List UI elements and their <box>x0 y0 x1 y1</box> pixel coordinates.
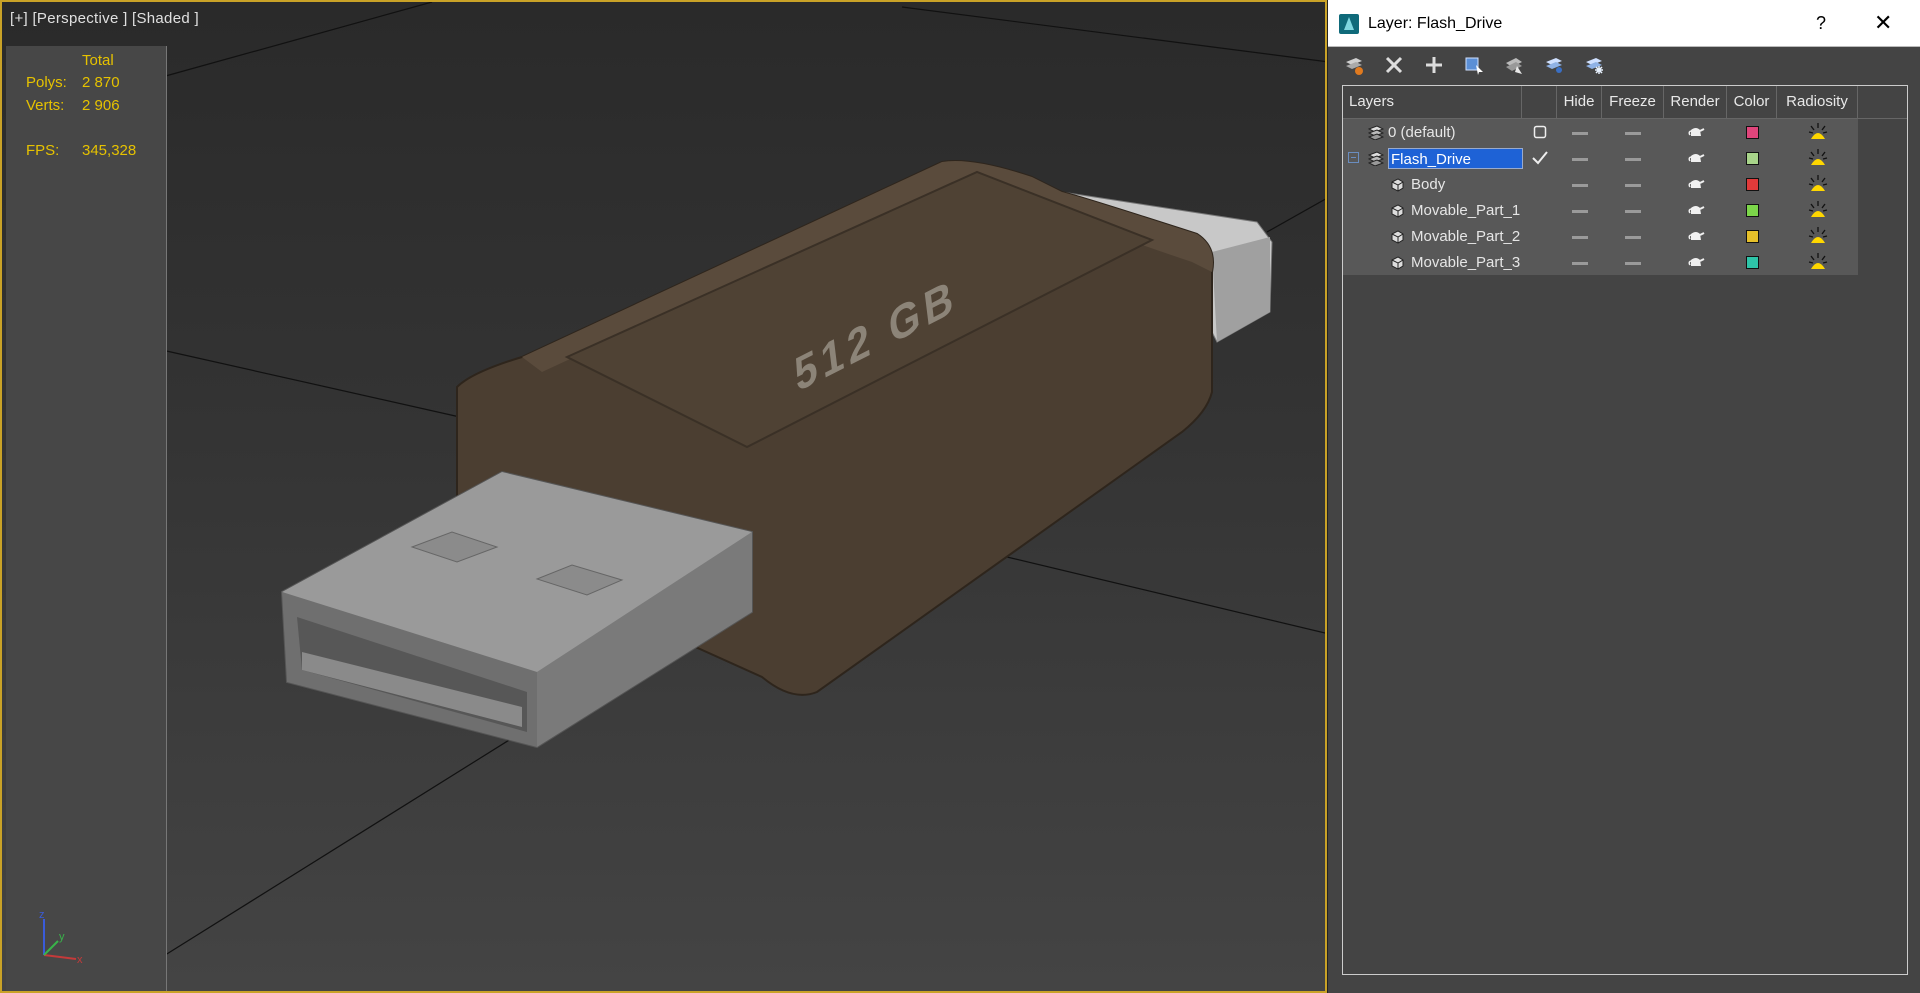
render-teapot-icon[interactable] <box>1687 177 1705 191</box>
layer-color-swatch[interactable] <box>1746 178 1759 191</box>
select-objects-button[interactable] <box>1460 52 1488 78</box>
layer-color-swatch[interactable] <box>1746 152 1759 165</box>
set-current-layer-icon[interactable] <box>1533 125 1547 139</box>
layer-name[interactable]: Body <box>1411 174 1445 195</box>
freeze-all-icon <box>1586 58 1603 74</box>
object-icon <box>1391 256 1404 270</box>
axis-z-label: z <box>39 909 45 921</box>
render-teapot-icon[interactable] <box>1687 151 1705 165</box>
stats-total-label: Total <box>82 52 114 69</box>
layer-name[interactable]: Movable_Part_2 <box>1411 226 1520 247</box>
radiosity-icon[interactable] <box>1807 251 1829 273</box>
select-objects-icon <box>1465 57 1483 75</box>
stats-fps: FPS: 345,328 <box>26 142 136 159</box>
close-button[interactable]: ✕ <box>1874 10 1892 36</box>
verts-value: 2 906 <box>82 97 120 114</box>
freeze-toggle[interactable] <box>1625 184 1641 187</box>
hide-toggle[interactable] <box>1572 236 1588 239</box>
object-row[interactable]: Movable_Part_3 <box>1343 249 1858 275</box>
layer-row[interactable]: Flash_Drive <box>1343 145 1858 171</box>
polys-label: Polys: <box>26 74 67 91</box>
help-button[interactable]: ? <box>1816 13 1826 34</box>
layer-dialog: Layer: Flash_Drive ? ✕ Layers Hide Freez… <box>1327 0 1920 993</box>
freeze-toggle[interactable] <box>1625 132 1641 135</box>
create-layer-button[interactable] <box>1340 52 1368 78</box>
verts-label: Verts: <box>26 97 65 114</box>
object-icon <box>1391 204 1404 218</box>
delete-icon <box>1385 56 1403 74</box>
axis-tripod-icon: z y x <box>39 909 83 966</box>
highlight-layer-icon <box>1506 58 1522 74</box>
fps-value: 345,328 <box>82 142 137 159</box>
object-icon <box>1391 230 1404 244</box>
highlight-layer-button[interactable] <box>1500 52 1528 78</box>
stats-verts: Verts: 2 906 <box>26 97 120 114</box>
layer-name[interactable]: 0 (default) <box>1388 122 1456 143</box>
perspective-viewport[interactable]: 512 GB [+] [Perspective ] [Shaded ] Tota… <box>0 0 1327 993</box>
render-teapot-icon[interactable] <box>1687 203 1705 217</box>
create-layer-icon <box>1346 58 1363 75</box>
layer-icon <box>1368 125 1384 140</box>
layer-icon <box>1368 151 1384 166</box>
freeze-toggle[interactable] <box>1625 210 1641 213</box>
object-row[interactable]: Movable_Part_1 <box>1343 197 1858 223</box>
hide-all-layers-button[interactable] <box>1540 52 1568 78</box>
layer-name[interactable]: Movable_Part_1 <box>1411 200 1520 221</box>
app-logo-icon <box>1339 14 1359 34</box>
column-layers[interactable]: Layers <box>1343 86 1522 118</box>
column-color[interactable]: Color <box>1727 86 1777 118</box>
stats-panel <box>6 46 167 991</box>
dialog-title: Layer: Flash_Drive <box>1368 15 1503 32</box>
hide-toggle[interactable] <box>1572 262 1588 265</box>
column-hide[interactable]: Hide <box>1557 86 1602 118</box>
column-render[interactable]: Render <box>1664 86 1727 118</box>
axis-x-label: x <box>77 954 83 966</box>
column-current[interactable] <box>1522 86 1557 118</box>
delete-layer-button[interactable] <box>1380 52 1408 78</box>
collapse-toggle[interactable] <box>1348 152 1359 163</box>
add-icon <box>1426 57 1442 73</box>
axis-y-label: y <box>59 931 65 943</box>
hide-all-icon <box>1546 58 1562 73</box>
radiosity-icon[interactable] <box>1807 173 1829 195</box>
table-header: Layers Hide Freeze Render Color Radiosit… <box>1343 86 1907 119</box>
freeze-all-layers-button[interactable] <box>1580 52 1608 78</box>
hide-toggle[interactable] <box>1572 158 1588 161</box>
layer-table: Layers Hide Freeze Render Color Radiosit… <box>1342 85 1908 975</box>
hide-toggle[interactable] <box>1572 184 1588 187</box>
layer-color-swatch[interactable] <box>1746 204 1759 217</box>
add-to-layer-button[interactable] <box>1420 52 1448 78</box>
polys-value: 2 870 <box>82 74 120 91</box>
object-row[interactable]: Movable_Part_2 <box>1343 223 1858 249</box>
column-freeze[interactable]: Freeze <box>1602 86 1664 118</box>
layer-color-swatch[interactable] <box>1746 230 1759 243</box>
object-row[interactable]: Body <box>1343 171 1858 197</box>
current-layer-check-icon[interactable] <box>1531 150 1549 165</box>
freeze-toggle[interactable] <box>1625 262 1641 265</box>
render-teapot-icon[interactable] <box>1687 125 1705 139</box>
hide-toggle[interactable] <box>1572 132 1588 135</box>
render-teapot-icon[interactable] <box>1687 255 1705 269</box>
layer-color-swatch[interactable] <box>1746 256 1759 269</box>
render-teapot-icon[interactable] <box>1687 229 1705 243</box>
layer-color-swatch[interactable] <box>1746 126 1759 139</box>
radiosity-icon[interactable] <box>1807 225 1829 247</box>
dialog-title-bar[interactable]: Layer: Flash_Drive ? ✕ <box>1328 0 1920 47</box>
radiosity-icon[interactable] <box>1807 147 1829 169</box>
column-radiosity[interactable]: Radiosity <box>1777 86 1858 118</box>
freeze-toggle[interactable] <box>1625 158 1641 161</box>
layer-row[interactable]: 0 (default) <box>1343 119 1858 145</box>
freeze-toggle[interactable] <box>1625 236 1641 239</box>
scene-render: 512 GB <box>161 2 1325 958</box>
stats-polys: Polys: 2 870 <box>26 74 120 91</box>
layer-name[interactable]: Movable_Part_3 <box>1411 252 1520 273</box>
viewport-label[interactable]: [+] [Perspective ] [Shaded ] <box>10 10 199 27</box>
hide-toggle[interactable] <box>1572 210 1588 213</box>
radiosity-icon[interactable] <box>1807 199 1829 221</box>
fps-label: FPS: <box>26 142 60 159</box>
object-icon <box>1391 178 1404 192</box>
radiosity-icon[interactable] <box>1807 121 1829 143</box>
layer-name[interactable]: Flash_Drive <box>1388 148 1523 169</box>
